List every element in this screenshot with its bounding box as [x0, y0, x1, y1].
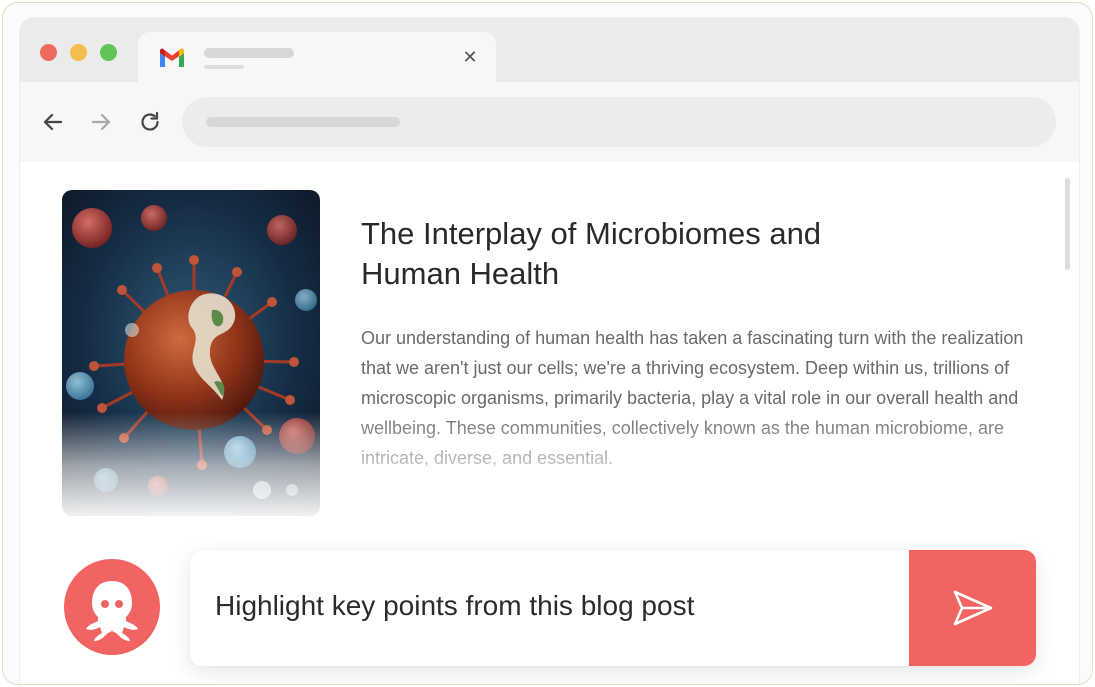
browser-window: ✕ The Interplay of Microbiomes and Human… — [20, 18, 1079, 684]
tab-bar: ✕ — [20, 18, 1079, 84]
assistant-avatar — [64, 559, 160, 655]
close-tab-icon[interactable]: ✕ — [458, 45, 482, 69]
tab-title-placeholder — [204, 48, 294, 58]
gmail-icon — [160, 48, 184, 67]
address-bar[interactable] — [182, 97, 1056, 147]
arrow-left-icon[interactable] — [40, 109, 66, 135]
octopus-icon — [86, 581, 138, 641]
minimize-window-button[interactable] — [70, 44, 87, 61]
scrollbar[interactable] — [1065, 178, 1070, 270]
app-frame: ✕ The Interplay of Microbiomes and Human… — [2, 2, 1093, 685]
tab-subtitle-placeholder — [204, 65, 244, 69]
arrow-right-icon[interactable] — [88, 109, 114, 135]
reload-icon[interactable] — [137, 109, 163, 135]
prompt-input-box[interactable]: Highlight key points from this blog post — [190, 550, 1036, 666]
send-button[interactable] — [909, 550, 1036, 666]
prompt-input[interactable]: Highlight key points from this blog post — [215, 590, 694, 622]
page-content: The Interplay of Microbiomes and Human H… — [20, 162, 1079, 684]
article-title: The Interplay of Microbiomes and Human H… — [361, 216, 822, 291]
maximize-window-button[interactable] — [100, 44, 117, 61]
browser-tab[interactable]: ✕ — [138, 32, 496, 84]
send-icon — [953, 590, 993, 626]
close-window-button[interactable] — [40, 44, 57, 61]
browser-toolbar — [20, 82, 1079, 162]
url-placeholder — [206, 117, 400, 127]
